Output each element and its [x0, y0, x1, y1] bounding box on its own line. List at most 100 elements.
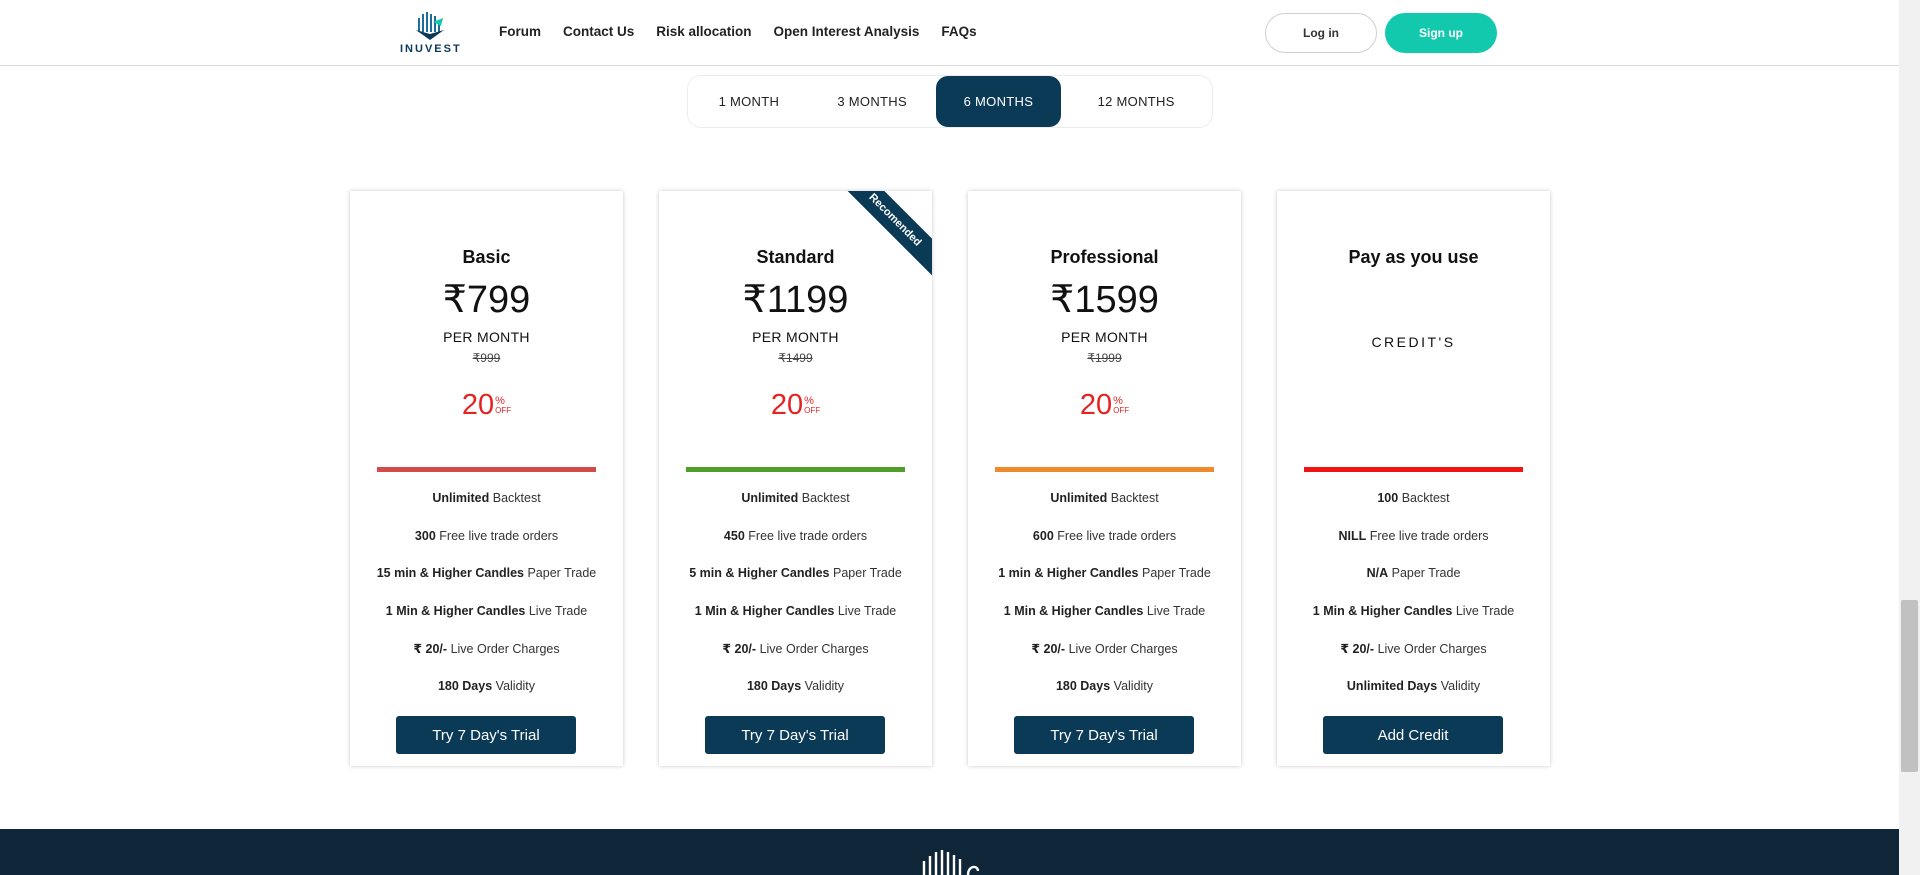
plan-features: Unlimited Backtest 300 Free live trade or…: [350, 491, 623, 716]
plan-period: PER MONTH: [752, 329, 839, 345]
plan-color-bar: [1304, 467, 1523, 472]
plan-feature-item: 1 Min & Higher Candles Live Trade: [968, 604, 1241, 642]
plan-price: ₹799: [442, 279, 531, 321]
feature-value: Unlimited Days: [1346, 678, 1438, 693]
scrollbar-thumb[interactable]: [1901, 600, 1918, 772]
feature-value: N/A: [1366, 566, 1389, 580]
login-button[interactable]: Log in: [1265, 13, 1377, 53]
feature-label: Validity: [1113, 678, 1154, 693]
feature-label: Validity: [804, 678, 845, 693]
page-scrollbar[interactable]: [1899, 0, 1920, 875]
plan-feature-item: Unlimited Backtest: [350, 491, 623, 529]
signup-button[interactable]: Sign up: [1385, 13, 1497, 53]
feature-label: Live Trade: [1455, 603, 1515, 618]
feature-value: 1 Min & Higher Candles: [1003, 603, 1144, 618]
feature-value: 15 min & Higher Candles: [376, 566, 524, 580]
add-credit-button[interactable]: Add Credit: [1323, 716, 1503, 754]
plan-color-bar: [995, 467, 1214, 472]
feature-label: Validity: [1440, 678, 1481, 693]
inuvest-logo[interactable]: INUVEST: [400, 10, 460, 58]
nav-open-interest-analysis[interactable]: Open Interest Analysis: [774, 24, 920, 39]
try-trial-button[interactable]: Try 7 Day's Trial: [396, 716, 576, 754]
feature-label: Backtest: [801, 491, 850, 505]
feature-value: 600: [1032, 528, 1054, 543]
feature-label: Live Order Charges: [759, 642, 869, 656]
feature-label: Live Trade: [1146, 603, 1206, 618]
plan-feature-item: ₹ 20/- Live Order Charges: [350, 641, 623, 679]
plan-card-pay-as-you-use: Pay as you use CREDIT'S 100 Backtest NILL…: [1277, 191, 1550, 766]
plan-features: 100 Backtest NILL Free live trade orders N…: [1277, 491, 1550, 716]
discount-off: OFF: [804, 405, 821, 415]
feature-label: Free live trade orders: [1057, 528, 1177, 543]
discount-percent: %: [495, 394, 505, 407]
feature-value: 100: [1377, 491, 1399, 505]
site-header: INUVEST Forum Contact Us Risk allocation…: [0, 0, 1899, 66]
nav-risk-allocation[interactable]: Risk allocation: [656, 24, 751, 39]
feature-label: Free live trade orders: [1369, 528, 1489, 543]
feature-label: Free live trade orders: [439, 528, 559, 543]
plan-title: Professional: [1050, 247, 1159, 267]
feature-value: 180 Days: [746, 678, 802, 693]
feature-label: Free live trade orders: [748, 528, 868, 543]
discount-badge: 20% OFF: [968, 389, 1241, 422]
feature-label: Live Order Charges: [1377, 642, 1487, 656]
site-footer: [0, 829, 1899, 875]
feature-label: Paper Trade: [1142, 566, 1211, 580]
plan-features: Unlimited Backtest 600 Free live trade or…: [968, 491, 1241, 716]
plan-card-standard: Recomended Standard ₹1199 PER MONTH ₹149…: [659, 191, 932, 766]
plan-feature-item: NILL Free live trade orders: [1277, 529, 1550, 567]
billing-period-tabs: 1 MONTH 3 MONTHS 6 MONTHS 12 MONTHS: [687, 75, 1213, 128]
plan-old-price: ₹999: [472, 351, 501, 365]
try-trial-button[interactable]: Try 7 Day's Trial: [705, 716, 885, 754]
plan-old-price: ₹1499: [778, 351, 813, 365]
plan-period: PER MONTH: [1061, 329, 1148, 345]
footer-logo-icon: [922, 850, 980, 875]
nav-contact-us[interactable]: Contact Us: [563, 24, 634, 39]
nav-forum[interactable]: Forum: [499, 24, 541, 39]
plan-features: Unlimited Backtest 450 Free live trade or…: [659, 491, 932, 716]
feature-value: Unlimited: [1050, 491, 1108, 505]
plan-color-bar: [686, 467, 905, 472]
plan-feature-item: N/A Paper Trade: [1277, 566, 1550, 604]
main-nav: Forum Contact Us Risk allocation Open In…: [499, 24, 977, 39]
tab-3-months[interactable]: 3 MONTHS: [809, 76, 936, 127]
plan-feature-item: 450 Free live trade orders: [659, 529, 932, 567]
tab-6-months[interactable]: 6 MONTHS: [935, 76, 1062, 127]
tab-12-months[interactable]: 12 MONTHS: [1061, 76, 1211, 127]
discount-off: OFF: [1113, 405, 1130, 415]
feature-value: 1 min & Higher Candles: [998, 566, 1139, 580]
plan-feature-item: 300 Free live trade orders: [350, 529, 623, 567]
plan-title: Standard: [756, 247, 835, 267]
discount-percent: %: [1113, 394, 1123, 407]
feature-value: Unlimited: [741, 491, 799, 505]
feature-value: ₹ 20/-: [722, 642, 757, 656]
discount-percent: %: [804, 394, 814, 407]
logo-icon: [416, 12, 444, 40]
feature-value: ₹ 20/-: [1031, 642, 1066, 656]
feature-value: Unlimited: [432, 491, 490, 505]
nav-faqs[interactable]: FAQs: [941, 24, 976, 39]
plan-feature-item: 1 Min & Higher Candles Live Trade: [659, 604, 932, 642]
plan-feature-item: 1 min & Higher Candles Paper Trade: [968, 566, 1241, 604]
plan-feature-item: 100 Backtest: [1277, 491, 1550, 529]
try-trial-button[interactable]: Try 7 Day's Trial: [1014, 716, 1194, 754]
recommended-ribbon: Recomended: [832, 191, 932, 283]
plan-feature-item: 1 Min & Higher Candles Live Trade: [350, 604, 623, 642]
plan-card-basic: Basic ₹799 PER MONTH ₹999 20% OFF Unlimit…: [350, 191, 623, 766]
plan-feature-item: 180 Days Validity: [659, 679, 932, 717]
plan-feature-item: 180 Days Validity: [968, 679, 1241, 717]
plan-feature-item: ₹ 20/- Live Order Charges: [1277, 641, 1550, 679]
feature-value: 180 Days: [1055, 678, 1111, 693]
plan-card-professional: Professional ₹1599 PER MONTH ₹1999 20% OF…: [968, 191, 1241, 766]
plan-old-price: ₹1999: [1087, 351, 1122, 365]
feature-label: Backtest: [1401, 491, 1450, 505]
plan-feature-item: 1 Min & Higher Candles Live Trade: [1277, 604, 1550, 642]
discount-off: OFF: [495, 405, 512, 415]
plan-feature-item: 5 min & Higher Candles Paper Trade: [659, 566, 932, 604]
plan-feature-item: ₹ 20/- Live Order Charges: [968, 641, 1241, 679]
discount-value: 20: [770, 389, 804, 421]
feature-label: Live Order Charges: [450, 642, 560, 656]
plan-feature-item: ₹ 20/- Live Order Charges: [659, 641, 932, 679]
tab-1-month[interactable]: 1 MONTH: [689, 76, 809, 127]
feature-label: Paper Trade: [527, 566, 597, 580]
